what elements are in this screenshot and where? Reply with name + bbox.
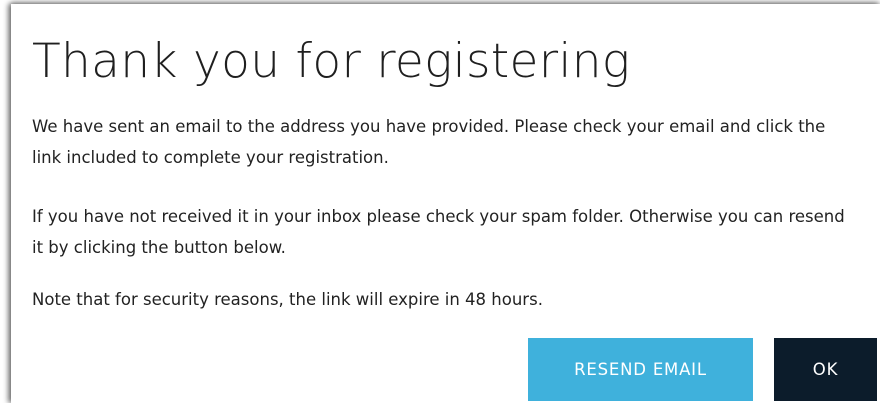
ok-button[interactable]: OK	[774, 338, 877, 401]
link-expiry-note: Note that for security reasons, the link…	[32, 290, 543, 309]
email-sent-message: We have sent an email to the address you…	[32, 117, 826, 167]
resend-email-button[interactable]: RESEND EMAIL	[528, 338, 753, 401]
spam-folder-message: If you have not received it in your inbo…	[32, 207, 845, 257]
registration-dialog: Thank you for registering We have sent a…	[11, 4, 880, 403]
dialog-title: Thank you for registering	[32, 34, 631, 89]
